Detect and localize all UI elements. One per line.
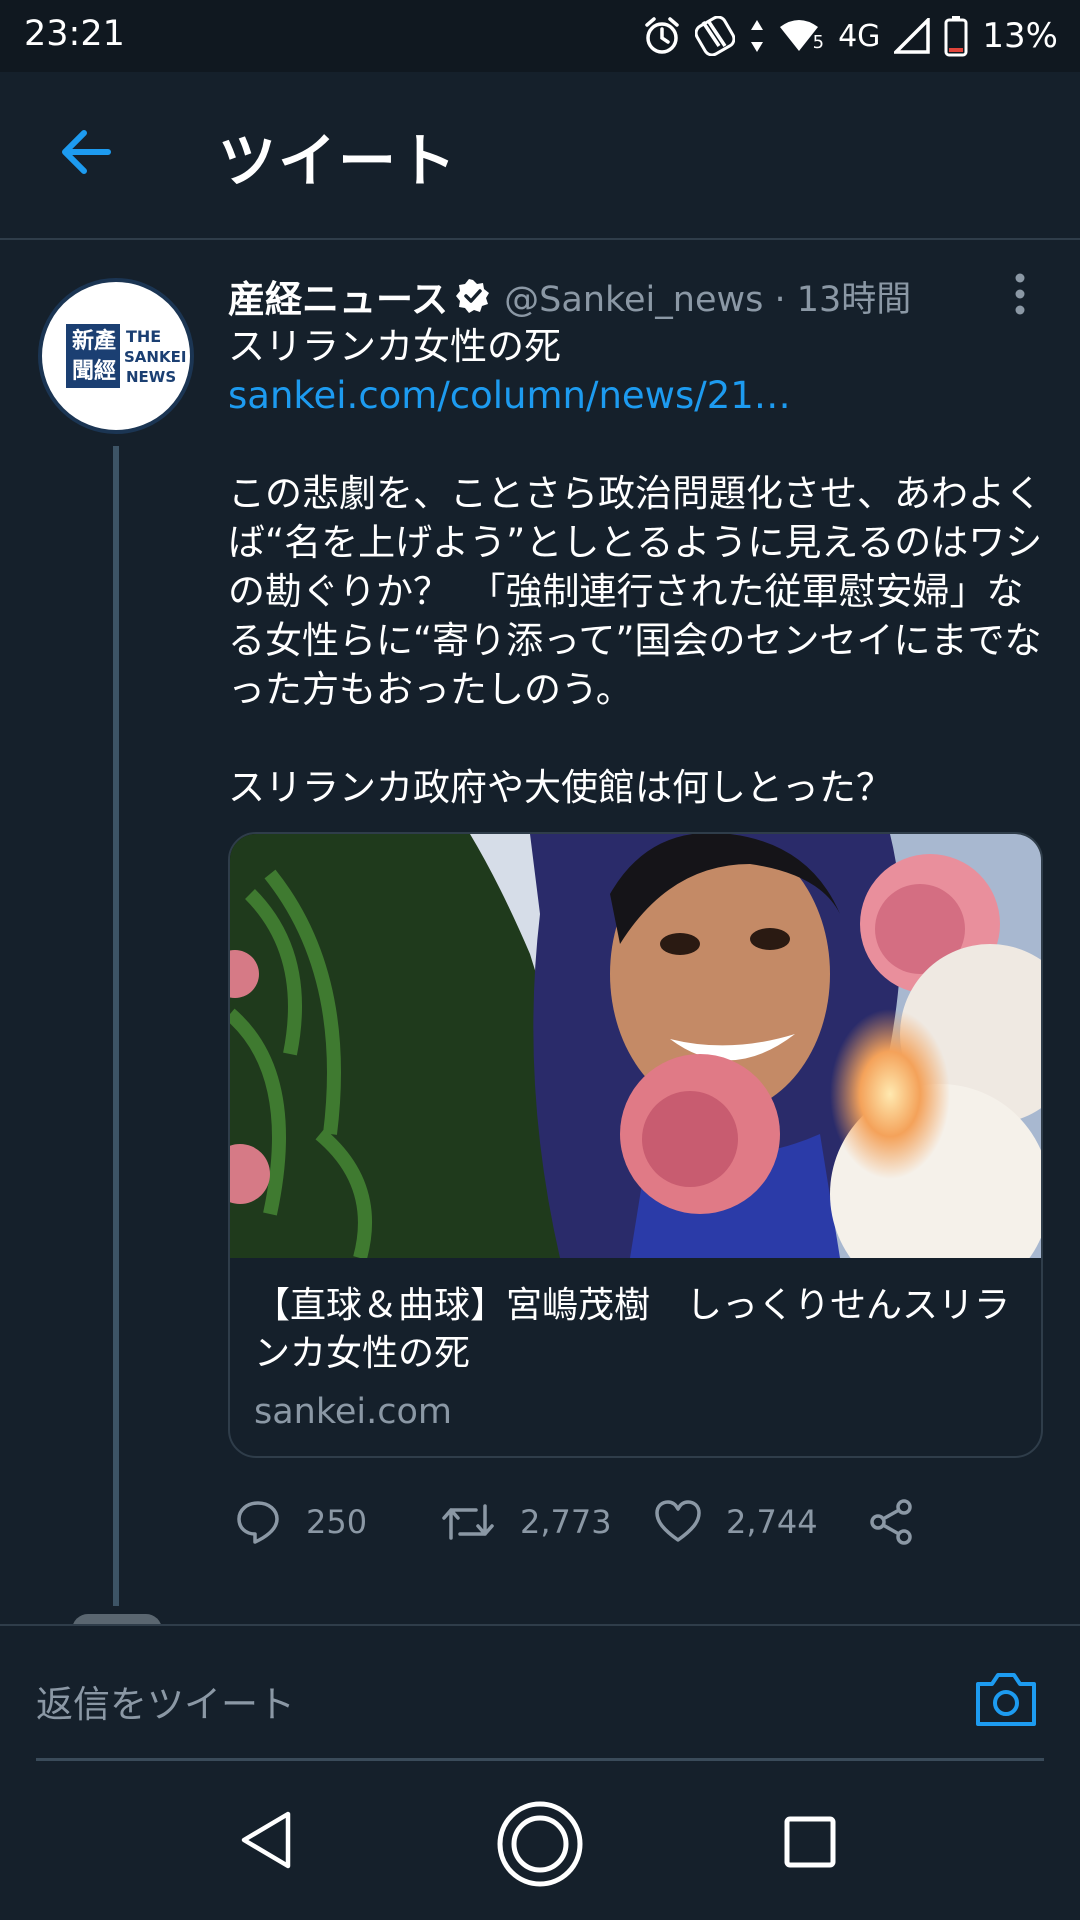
more-options-button[interactable] bbox=[1008, 272, 1032, 316]
reply-input-underline bbox=[36, 1758, 1044, 1761]
square-recents-icon bbox=[784, 1816, 836, 1868]
data-arrows-icon bbox=[750, 20, 763, 52]
tweet-actions: 250 2,773 2,744 bbox=[228, 1492, 1048, 1552]
network-type: 4G bbox=[838, 18, 881, 54]
battery-percent: 13% bbox=[982, 16, 1058, 56]
page-title: ツイート bbox=[218, 127, 459, 195]
svg-text:NEWS: NEWS bbox=[126, 368, 176, 386]
tweet-headline: スリランカ女性の死 bbox=[228, 325, 561, 368]
author-name[interactable]: 産経ニュース bbox=[228, 269, 448, 323]
camera-icon bbox=[976, 1673, 1036, 1726]
tweet-body: この悲劇を、ことさら政治問題化させ、あわよくば“名を上げよう”としとるように見え… bbox=[228, 472, 1043, 711]
reply-count: 250 bbox=[306, 1503, 368, 1541]
more-vertical-icon bbox=[1015, 273, 1025, 315]
tweet-body-question: スリランカ政府や大使館は何しとった？ bbox=[228, 766, 893, 809]
handle-and-time: @Sankei_news · 13時間 bbox=[504, 279, 912, 320]
tweet-text: スリランカ女性の死 sankei.com/column/news/21… この悲劇を… bbox=[228, 322, 1048, 812]
tweet-header: 産経ニュース @Sankei_news · 13時間 bbox=[228, 269, 1028, 323]
card-title: 【直球＆曲球】宮嶋茂樹 しっくりせんスリランカ女性の死 bbox=[254, 1285, 1011, 1374]
thread-line bbox=[113, 446, 119, 1606]
nfc-icon bbox=[694, 16, 735, 56]
svg-text:SANKEI: SANKEI bbox=[124, 348, 186, 366]
status-time: 23:21 bbox=[24, 14, 125, 54]
link-card[interactable]: 【直球＆曲球】宮嶋茂樹 しっくりせんスリランカ女性の死 sankei.com bbox=[228, 832, 1043, 1458]
svg-text:THE: THE bbox=[126, 327, 161, 346]
svg-text:產: 產 bbox=[94, 328, 116, 354]
app-bar: ツイート bbox=[0, 72, 1080, 240]
nav-home-button[interactable] bbox=[496, 1800, 584, 1892]
svg-text:經: 經 bbox=[94, 358, 116, 384]
arrow-left-icon bbox=[62, 130, 111, 174]
wifi-level: 5 bbox=[812, 32, 825, 53]
retweet-button[interactable]: 2,773 bbox=[440, 1492, 612, 1552]
share-button[interactable] bbox=[868, 1492, 940, 1552]
tweet-link[interactable]: sankei.com/column/news/21… bbox=[228, 371, 1048, 420]
verified-badge-icon bbox=[456, 279, 490, 313]
card-photo bbox=[230, 834, 1041, 1304]
svg-text:聞: 聞 bbox=[72, 359, 94, 384]
back-button[interactable] bbox=[56, 122, 116, 182]
sankei-logo: 新 產 聞 經 THE SANKEI NEWS bbox=[66, 324, 186, 388]
wifi-status: 5 bbox=[779, 19, 824, 53]
like-count: 2,744 bbox=[726, 1503, 818, 1541]
reply-bar: 返信をツイート bbox=[0, 1624, 1080, 1766]
camera-button[interactable] bbox=[974, 1670, 1038, 1728]
svg-text:新: 新 bbox=[72, 328, 94, 354]
battery-icon bbox=[944, 16, 968, 57]
retweet-icon bbox=[442, 1504, 494, 1540]
circle-home-icon bbox=[497, 1801, 583, 1887]
retweet-count: 2,773 bbox=[520, 1503, 612, 1541]
card-image[interactable] bbox=[230, 834, 1041, 1304]
alarm-icon bbox=[644, 17, 679, 54]
signal-icon bbox=[894, 18, 931, 54]
triangle-back-icon bbox=[241, 1811, 291, 1869]
reply-button[interactable]: 250 bbox=[234, 1492, 367, 1552]
card-domain: sankei.com bbox=[254, 1392, 453, 1432]
nav-recents-button[interactable] bbox=[784, 1816, 836, 1872]
reply-input[interactable]: 返信をツイート bbox=[36, 1674, 295, 1728]
status-icons: 5 4G 13% bbox=[643, 10, 1058, 62]
status-bar: 23:21 5 4G 13% bbox=[0, 0, 1080, 72]
reply-icon bbox=[237, 1501, 279, 1544]
system-navigation-bar bbox=[0, 1764, 1080, 1920]
nav-back-button[interactable] bbox=[238, 1810, 294, 1874]
heart-icon bbox=[655, 1500, 701, 1542]
avatar[interactable]: 新 產 聞 經 THE SANKEI NEWS bbox=[38, 278, 194, 434]
like-button[interactable]: 2,744 bbox=[654, 1492, 818, 1552]
share-icon bbox=[870, 1499, 912, 1545]
